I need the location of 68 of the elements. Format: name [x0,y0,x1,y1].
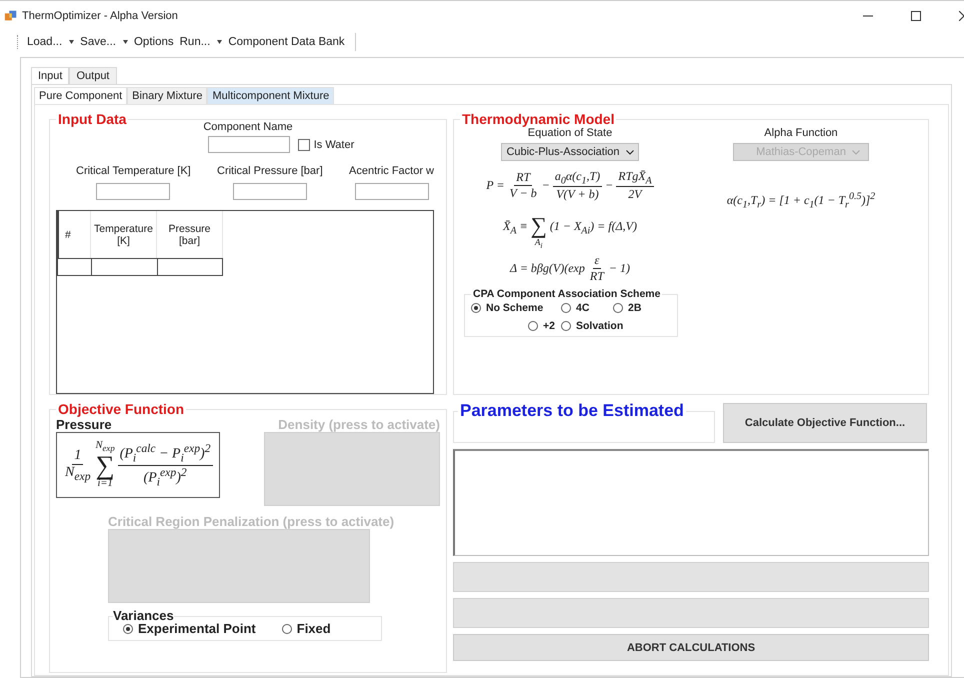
field-label: Component Name [203,121,293,133]
column-header: Temperature [K] [91,211,157,258]
table-cell[interactable] [157,258,223,276]
option-label: Density (press to activate) [278,417,440,432]
math-formula: 1 N$_{exp}$ N$_{exp}$ ∑ i=1 (P$_{i}$$^{calc}$ − P$_{i}$$^{exp}$)$^{2}$ (P$_{i}$$^{exp}$)$^{2}$ [64,440,213,490]
chevron-icon[interactable] [626,150,634,154]
field-label: Critical Temperature [K] [76,165,191,177]
close-icon[interactable] [959,11,964,21]
option-label: Pressure [56,417,113,432]
toolbar-menu[interactable]: Save... [80,36,128,48]
field-label: Critical Pressure [bar] [217,165,323,177]
abort-button[interactable]: ABORT CALCULATIONS [453,634,929,661]
window-title: ThermOptimizer - Alpha Version [22,10,178,22]
option-label: Critical Region Penalization (press to activate) [108,514,396,529]
tab[interactable]: Output [69,67,116,84]
field-label: Acentric Factor w [349,165,434,177]
component-name-field[interactable] [208,136,290,153]
radio-label: 2B [628,302,642,314]
checkbox-label: Is Water [314,138,354,150]
input-field[interactable] [354,183,429,200]
toolbar-menu[interactable]: Component Data Bank [228,36,345,48]
dropdown-icon[interactable] [217,40,222,44]
checkbox[interactable] [298,138,310,150]
calculate-button[interactable]: Calculate Objective Function... [723,403,927,443]
radio-label: Solvation [576,320,624,332]
radio-label: 4C [576,302,590,314]
radio-label: Experimental Point [138,621,256,636]
group-title: Parameters to be Estimated [459,401,685,421]
radio-button[interactable] [471,303,481,314]
input-field[interactable] [232,183,307,200]
tab[interactable]: Input [31,67,70,84]
dropdown-icon[interactable] [122,40,128,44]
math-formula: α(c$_{1}$,T$_{r}$) = [1 + c$_{1}$(1 − T$_{r}$$^{0.5}$)]$^{2}$ [726,191,876,210]
radio-button[interactable] [528,321,538,332]
toolbar-menu[interactable]: Options [134,36,174,48]
field-label: Equation of State [528,127,612,139]
tab[interactable]: Pure Component [34,87,128,104]
data-grid[interactable]: # Temperature [K] Pressure [bar] [56,210,434,394]
tab[interactable]: Binary Mixture [127,87,208,104]
group-title: Variances [113,611,174,621]
dropdown-icon[interactable] [69,40,74,44]
group-title: Objective Function [57,401,186,417]
group-title: Input Data [57,111,128,127]
radio-label: +2 [543,320,555,332]
table-cell[interactable] [57,258,91,276]
radio-button[interactable] [613,303,623,314]
output-text-area[interactable] [453,449,929,556]
math-formula: X̄$_{A}$ ≡∑ A$_{i}$ (1 − X$_{Ai}$) = f(Δ,V) [503,212,637,250]
app-icon [4,9,18,23]
radio-button[interactable] [282,624,292,634]
formula-button[interactable]: 1 N$_{exp}$ N$_{exp}$ ∑ i=1 (P$_{i}$$^{calc}$ − P$_{i}$$^{exp}$)$^{2}$ (P$_{i}$$^{exp}$)$^{2}$ [56,432,220,498]
field-label: Alpha Function [764,127,838,139]
table-cell[interactable] [91,258,157,276]
radio-label: No Scheme [486,302,544,314]
radio-label: Fixed [296,621,331,636]
radio-button[interactable] [561,303,571,314]
tab[interactable]: Multicomponent Mixture [207,87,334,104]
input-field[interactable] [96,183,170,200]
radio-button[interactable] [561,321,571,332]
column-header: Pressure [bar] [157,211,223,258]
group-title: Thermodynamic Model [461,111,616,127]
group-title: CPA Component Association Scheme [472,288,662,300]
column-header: # [57,211,91,258]
maximize-icon[interactable] [911,11,921,21]
toolbar-menu[interactable]: Load... [27,36,74,48]
toolbar-menu[interactable]: Run... [180,36,222,48]
dropdown[interactable]: Cubic-Plus-Association [501,143,639,161]
radio-button[interactable] [123,624,133,634]
